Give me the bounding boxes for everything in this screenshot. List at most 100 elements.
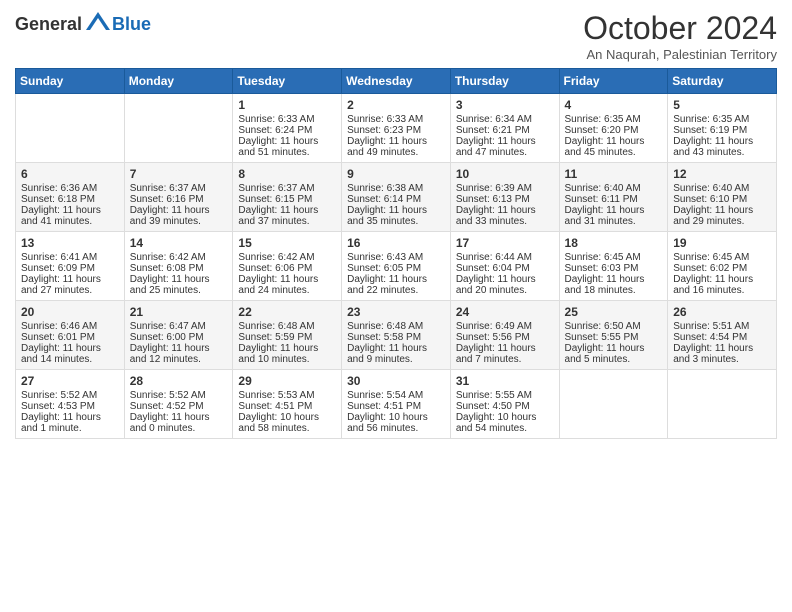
sunrise-text: Sunrise: 5:53 AM — [238, 390, 336, 401]
daylight-text: Daylight: 11 hours and 20 minutes. — [456, 274, 554, 296]
daylight-text: Daylight: 11 hours and 24 minutes. — [238, 274, 336, 296]
day-number: 30 — [347, 374, 445, 388]
sunset-text: Sunset: 6:01 PM — [21, 332, 119, 343]
daylight-text: Daylight: 11 hours and 43 minutes. — [673, 136, 771, 158]
sunset-text: Sunset: 6:05 PM — [347, 263, 445, 274]
column-header-thursday: Thursday — [450, 69, 559, 94]
calendar-cell — [668, 370, 777, 439]
day-number: 5 — [673, 98, 771, 112]
sunset-text: Sunset: 6:23 PM — [347, 125, 445, 136]
daylight-text: Daylight: 11 hours and 41 minutes. — [21, 205, 119, 227]
calendar-cell: 20Sunrise: 6:46 AMSunset: 6:01 PMDayligh… — [16, 301, 125, 370]
sunset-text: Sunset: 6:20 PM — [565, 125, 663, 136]
day-number: 23 — [347, 305, 445, 319]
calendar-cell: 15Sunrise: 6:42 AMSunset: 6:06 PMDayligh… — [233, 232, 342, 301]
sunset-text: Sunset: 6:02 PM — [673, 263, 771, 274]
title-area: October 2024 An Naqurah, Palestinian Ter… — [583, 10, 777, 62]
sunset-text: Sunset: 4:54 PM — [673, 332, 771, 343]
calendar-cell: 19Sunrise: 6:45 AMSunset: 6:02 PMDayligh… — [668, 232, 777, 301]
sunset-text: Sunset: 6:16 PM — [130, 194, 228, 205]
day-number: 31 — [456, 374, 554, 388]
column-header-wednesday: Wednesday — [342, 69, 451, 94]
calendar-cell: 28Sunrise: 5:52 AMSunset: 4:52 PMDayligh… — [124, 370, 233, 439]
calendar-cell: 27Sunrise: 5:52 AMSunset: 4:53 PMDayligh… — [16, 370, 125, 439]
logo-text-general: General — [15, 14, 82, 35]
logo: General Blue — [15, 10, 151, 38]
daylight-text: Daylight: 11 hours and 3 minutes. — [673, 343, 771, 365]
calendar-cell: 4 Sunrise: 6:35 AMSunset: 6:20 PMDaylight… — [559, 94, 668, 163]
daylight-text: Daylight: 11 hours and 37 minutes. — [238, 205, 336, 227]
calendar-cell: 8Sunrise: 6:37 AMSunset: 6:15 PMDaylight… — [233, 163, 342, 232]
sunset-text: Sunset: 6:14 PM — [347, 194, 445, 205]
sunset-text: Sunset: 6:24 PM — [238, 125, 336, 136]
sunset-text: Sunset: 6:21 PM — [456, 125, 554, 136]
daylight-text: Daylight: 11 hours and 35 minutes. — [347, 205, 445, 227]
sunrise-text: Sunrise: 6:33 AM — [347, 114, 445, 125]
sunrise-text: Sunrise: 6:35 AM — [673, 114, 771, 125]
calendar-cell: 9Sunrise: 6:38 AMSunset: 6:14 PMDaylight… — [342, 163, 451, 232]
sunrise-text: Sunrise: 6:47 AM — [130, 321, 228, 332]
day-number: 12 — [673, 167, 771, 181]
day-number: 29 — [238, 374, 336, 388]
day-number: 2 — [347, 98, 445, 112]
day-number: 7 — [130, 167, 228, 181]
calendar-cell: 22Sunrise: 6:48 AMSunset: 5:59 PMDayligh… — [233, 301, 342, 370]
column-header-friday: Friday — [559, 69, 668, 94]
daylight-text: Daylight: 11 hours and 47 minutes. — [456, 136, 554, 158]
daylight-text: Daylight: 11 hours and 49 minutes. — [347, 136, 445, 158]
sunrise-text: Sunrise: 6:41 AM — [21, 252, 119, 263]
daylight-text: Daylight: 11 hours and 16 minutes. — [673, 274, 771, 296]
sunrise-text: Sunrise: 6:40 AM — [565, 183, 663, 194]
sunrise-text: Sunrise: 6:45 AM — [565, 252, 663, 263]
sunset-text: Sunset: 6:10 PM — [673, 194, 771, 205]
sunset-text: Sunset: 6:11 PM — [565, 194, 663, 205]
sunset-text: Sunset: 4:53 PM — [21, 401, 119, 412]
sunset-text: Sunset: 5:59 PM — [238, 332, 336, 343]
calendar-week-row: 6Sunrise: 6:36 AMSunset: 6:18 PMDaylight… — [16, 163, 777, 232]
calendar-cell: 26Sunrise: 5:51 AMSunset: 4:54 PMDayligh… — [668, 301, 777, 370]
day-number: 8 — [238, 167, 336, 181]
calendar-cell — [16, 94, 125, 163]
sunrise-text: Sunrise: 6:35 AM — [565, 114, 663, 125]
calendar-cell: 11Sunrise: 6:40 AMSunset: 6:11 PMDayligh… — [559, 163, 668, 232]
daylight-text: Daylight: 11 hours and 18 minutes. — [565, 274, 663, 296]
sunrise-text: Sunrise: 5:54 AM — [347, 390, 445, 401]
calendar-cell: 2 Sunrise: 6:33 AMSunset: 6:23 PMDaylight… — [342, 94, 451, 163]
daylight-text: Daylight: 10 hours and 54 minutes. — [456, 412, 554, 434]
sunset-text: Sunset: 6:13 PM — [456, 194, 554, 205]
sunset-text: Sunset: 4:51 PM — [347, 401, 445, 412]
daylight-text: Daylight: 11 hours and 5 minutes. — [565, 343, 663, 365]
calendar-cell: 21Sunrise: 6:47 AMSunset: 6:00 PMDayligh… — [124, 301, 233, 370]
calendar-cell — [559, 370, 668, 439]
sunrise-text: Sunrise: 6:42 AM — [130, 252, 228, 263]
daylight-text: Daylight: 11 hours and 29 minutes. — [673, 205, 771, 227]
calendar-cell: 18Sunrise: 6:45 AMSunset: 6:03 PMDayligh… — [559, 232, 668, 301]
day-number: 9 — [347, 167, 445, 181]
sunset-text: Sunset: 6:09 PM — [21, 263, 119, 274]
sunset-text: Sunset: 6:19 PM — [673, 125, 771, 136]
sunset-text: Sunset: 6:03 PM — [565, 263, 663, 274]
daylight-text: Daylight: 11 hours and 27 minutes. — [21, 274, 119, 296]
column-header-sunday: Sunday — [16, 69, 125, 94]
calendar-cell: 30Sunrise: 5:54 AMSunset: 4:51 PMDayligh… — [342, 370, 451, 439]
sunrise-text: Sunrise: 6:33 AM — [238, 114, 336, 125]
calendar-cell — [124, 94, 233, 163]
sunrise-text: Sunrise: 6:34 AM — [456, 114, 554, 125]
day-number: 4 — [565, 98, 663, 112]
month-title: October 2024 — [583, 10, 777, 47]
calendar-cell: 14Sunrise: 6:42 AMSunset: 6:08 PMDayligh… — [124, 232, 233, 301]
sunset-text: Sunset: 5:55 PM — [565, 332, 663, 343]
calendar-cell: 5 Sunrise: 6:35 AMSunset: 6:19 PMDaylight… — [668, 94, 777, 163]
logo-icon — [84, 10, 112, 38]
column-header-saturday: Saturday — [668, 69, 777, 94]
calendar-cell: 24Sunrise: 6:49 AMSunset: 5:56 PMDayligh… — [450, 301, 559, 370]
daylight-text: Daylight: 11 hours and 39 minutes. — [130, 205, 228, 227]
daylight-text: Daylight: 11 hours and 45 minutes. — [565, 136, 663, 158]
day-number: 20 — [21, 305, 119, 319]
daylight-text: Daylight: 11 hours and 14 minutes. — [21, 343, 119, 365]
day-number: 3 — [456, 98, 554, 112]
day-number: 15 — [238, 236, 336, 250]
day-number: 1 — [238, 98, 336, 112]
page-header: General Blue October 2024 An Naqurah, Pa… — [15, 10, 777, 62]
day-number: 26 — [673, 305, 771, 319]
